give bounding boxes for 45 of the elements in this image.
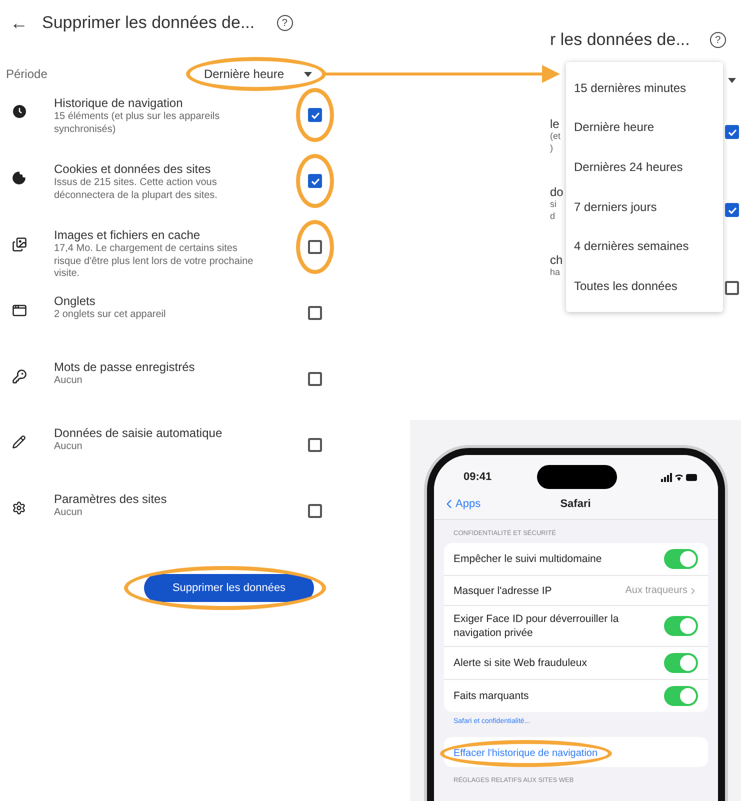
cropped-text: si [550,198,558,210]
item-title: Paramètres des sites [54,492,168,507]
cropped-text: ) [550,142,554,154]
screen-title: Safari [560,498,591,510]
cropped-text: (et [550,130,562,142]
item-description: Aucun [54,507,84,520]
back-arrow[interactable]: ← [10,12,28,34]
delete-data-button[interactable]: Supprimer les données [144,574,314,602]
back-link[interactable]: Apps [442,497,560,511]
menu-option[interactable]: Dernières 24 heures [566,160,723,174]
item-title: Historique de navigation [54,96,184,111]
cropped-text: d [550,210,556,222]
menu-option[interactable]: 7 derniers jours [566,200,723,214]
item-title: Cookies et données des sites [54,162,212,177]
cropped-text: do [550,186,564,198]
item-description: Aucun [54,375,84,388]
setting-label: Empêcher le suivi multidomaine [454,552,602,566]
item-description: 2 onglets sur cet appareil [54,309,167,322]
setting-label: Masquer l'adresse IP [454,584,552,598]
item-title: Données de saisie automatique [54,426,224,441]
menu-option[interactable]: 15 dernières minutes [566,80,723,95]
period-dropdown[interactable]: Dernière heure [200,67,316,81]
dialog-title: r les données de... [550,30,690,50]
setting-label: Exiger Face ID pour déverrouiller la navigation privée [454,612,620,640]
setting-label: Faits marquants [454,689,529,703]
setting-label: Alerte si site Web frauduleux [454,656,587,670]
item-title: Onglets [54,294,96,309]
status-time: 09:41 [464,471,492,483]
cropped-text: ha [550,266,562,278]
help-icon[interactable]: ? [710,32,726,48]
item-description: 17,4 Mo. Le chargement de certains sites risque d'être plus lent lors de votre prochaine visite. [54,243,254,280]
dialog-title: Supprimer les données de... [42,13,255,33]
menu-option[interactable]: Toutes les données [566,279,723,294]
menu-option[interactable]: 4 dernières semaines [566,239,723,254]
help-icon[interactable]: ? [276,15,293,31]
menu-option[interactable]: Dernière heure [566,120,723,134]
clear-history-link[interactable]: Effacer l'historique de navigation [454,748,598,759]
cropped-text: ch [550,254,564,266]
item-description: Issus de 215 sites. Cette action vous déconnectera de la plupart des sites. [54,177,218,202]
item-title: Mots de passe enregistrés [54,360,196,375]
item-description: 15 éléments (et plus sur les appareils synchronisés) [54,111,221,136]
cropped-text: le [550,118,560,130]
item-description: Aucun [54,441,84,454]
period-label: Période [6,67,48,81]
item-title: Images et fichiers en cache [54,228,202,243]
